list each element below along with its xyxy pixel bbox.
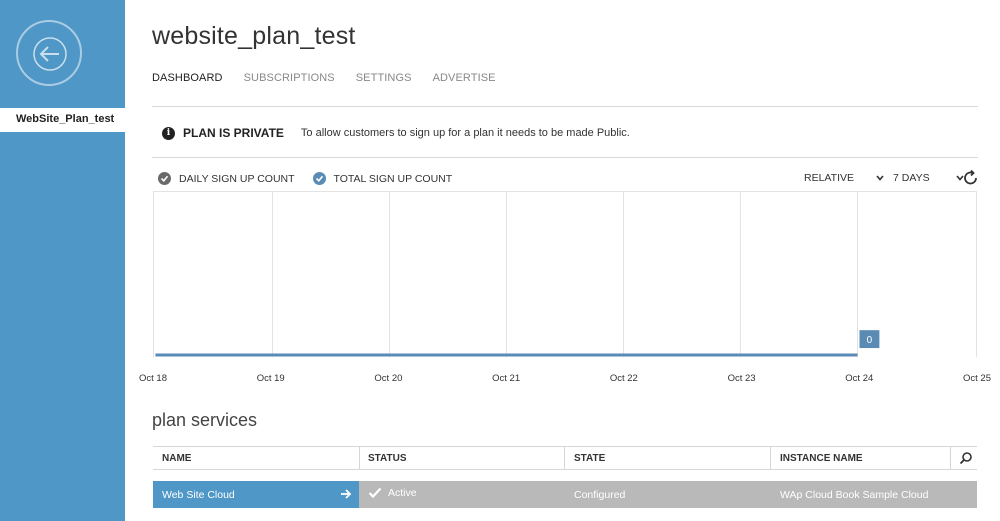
notice-label: PLAN IS PRIVATE [183, 126, 284, 140]
row-name-cell[interactable]: Web Site Cloud [153, 481, 359, 508]
x-tick-label: Oct 21 [492, 373, 521, 384]
x-tick-label: Oct 20 [374, 373, 403, 384]
arrow-right-icon[interactable] [340, 488, 352, 500]
status-value: Active [388, 487, 417, 499]
tab-subscriptions[interactable]: SUBSCRIPTIONS [244, 72, 335, 84]
signup-chart: 0 [153, 191, 977, 357]
column-header-instance-name[interactable]: INSTANCE NAME [780, 453, 863, 464]
notice-text: To allow customers to sign up for a plan… [300, 127, 630, 139]
x-tick-label: Oct 23 [727, 373, 756, 384]
column-header-name[interactable]: NAME [162, 453, 191, 464]
checkmark-icon [368, 487, 382, 499]
sidebar: WebSite_Plan_test [0, 0, 125, 521]
status-cell: Active [368, 487, 417, 499]
tab-advertise[interactable]: ADVERTISE [433, 72, 496, 84]
legend-label: TOTAL SIGN UP COUNT [333, 172, 453, 185]
table-row[interactable]: Web Site Cloud Active Configured WAp Clo… [153, 481, 977, 508]
checkmark-icon [158, 172, 171, 185]
page-title: website_plan_test [152, 22, 356, 50]
refresh-button[interactable] [962, 169, 980, 192]
refresh-icon [964, 169, 977, 185]
divider [152, 157, 978, 158]
mode-label: RELATIVE [804, 172, 854, 184]
value-label: 0 [867, 335, 873, 346]
column-divider [564, 447, 565, 469]
tab-bar: DASHBOARD SUBSCRIPTIONS SETTINGS ADVERTI… [152, 72, 517, 84]
section-title: plan services [152, 410, 258, 430]
service-name: Web Site Cloud [162, 489, 235, 501]
x-tick-label: Oct 25 [963, 373, 991, 384]
x-tick-label: Oct 22 [609, 373, 638, 384]
checkmark-icon [312, 172, 326, 185]
sidebar-item-website-plan-test[interactable]: WebSite_Plan_test [0, 108, 125, 132]
sidebar-header [0, 0, 125, 108]
x-axis-labels: Oct 18 Oct 19 Oct 20 Oct 21 Oct 22 Oct 23 Oct … [0, 373, 1000, 387]
column-divider [950, 447, 951, 469]
info-icon: i [162, 126, 175, 140]
search-button[interactable] [959, 451, 973, 470]
chart-controls: RELATIVE 7 DAYS [804, 172, 964, 184]
range-label: 7 DAYS [893, 172, 930, 184]
x-tick-label: Oct 18 [139, 373, 167, 384]
back-button[interactable] [16, 20, 82, 86]
legend-label: DAILY SIGN UP COUNT [179, 172, 295, 185]
range-dropdown[interactable]: 7 DAYS [893, 172, 964, 184]
tab-settings[interactable]: SETTINGS [356, 72, 412, 84]
chevron-down-icon [876, 175, 884, 181]
chart-legend: DAILY SIGN UP COUNT TOTAL SIGN UP COUNT [158, 172, 470, 185]
services-table-header: NAME STATUS STATE INSTANCE NAME [153, 446, 977, 470]
instance-name-value: WAp Cloud Book Sample Cloud [780, 489, 929, 501]
tab-dashboard[interactable]: DASHBOARD [152, 72, 223, 84]
x-tick-label: Oct 19 [256, 373, 285, 384]
x-tick-label: Oct 24 [845, 373, 874, 384]
column-header-state[interactable]: STATE [574, 453, 605, 464]
column-divider [770, 447, 771, 469]
state-value: Configured [574, 489, 626, 501]
back-arrow-icon [33, 37, 67, 71]
legend-total-signup[interactable]: TOTAL SIGN UP COUNT [312, 172, 453, 185]
mode-dropdown[interactable]: RELATIVE [804, 172, 893, 184]
column-header-status[interactable]: STATUS [368, 453, 407, 464]
sidebar-item-label: WebSite_Plan_test [16, 113, 115, 125]
legend-daily-signup[interactable]: DAILY SIGN UP COUNT [158, 172, 295, 185]
column-divider [359, 447, 360, 469]
private-notice: i PLAN IS PRIVATE To allow customers to … [162, 124, 630, 142]
divider [152, 106, 978, 107]
search-icon [959, 452, 972, 465]
